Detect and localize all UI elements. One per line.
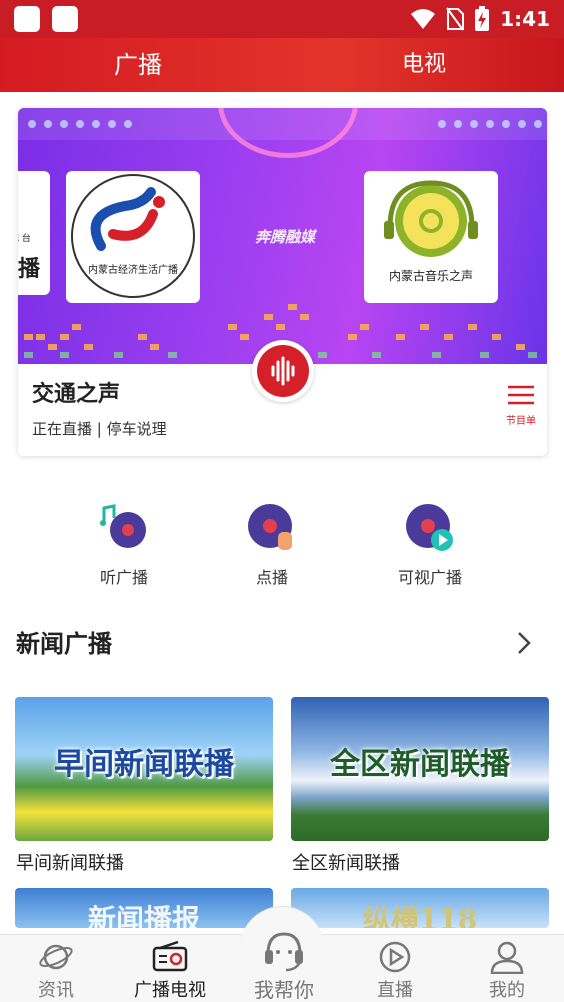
- news-thumbnail[interactable]: 全区新闻联播: [291, 697, 549, 841]
- section-more-button[interactable]: [512, 628, 536, 658]
- battery-charging-icon: [475, 6, 490, 31]
- economy-logo-icon: [71, 174, 195, 298]
- notification-icon: [52, 6, 78, 32]
- listen-radio-entry[interactable]: 听广播: [64, 502, 184, 588]
- clock: 1:41: [500, 7, 550, 31]
- play-live-button[interactable]: [252, 340, 314, 402]
- nav-item-live[interactable]: 直播: [345, 940, 445, 1002]
- news-caption[interactable]: 全区新闻联播: [292, 849, 400, 875]
- live-status-text: 正在直播 | 停车说理: [32, 420, 167, 438]
- schedule-button[interactable]: 节目单: [505, 384, 537, 427]
- music-disc-icon: [100, 504, 146, 548]
- headset-icon: [265, 932, 303, 972]
- planet-icon: [39, 944, 73, 970]
- news-thumbnail[interactable]: 新闻播报: [15, 888, 273, 928]
- current-station-name: 交通之声: [32, 382, 121, 407]
- nav-item-news[interactable]: 资讯: [6, 940, 106, 1002]
- on-demand-entry[interactable]: 点播: [212, 502, 332, 588]
- no-sim-icon: [446, 7, 465, 31]
- tab-radio[interactable]: 广播: [114, 38, 162, 92]
- news-thumbnail[interactable]: 纵横118: [291, 888, 549, 928]
- tab-tv[interactable]: 电视: [402, 38, 446, 92]
- wifi-icon: [411, 9, 436, 29]
- status-bar: 1:41: [0, 0, 564, 38]
- nav-item-mine[interactable]: 我的: [457, 940, 557, 1002]
- live-station-card[interactable]: 视 台 播 内蒙古经济生活广播 奔腾融媒 内: [18, 108, 547, 456]
- brand-logo: 奔腾融媒: [254, 228, 315, 246]
- audio-wave-icon: [271, 356, 295, 386]
- top-tab-bar: 广播 电视: [0, 38, 564, 92]
- news-thumbnail[interactable]: 早间新闻联播: [15, 697, 273, 841]
- news-caption[interactable]: 早间新闻联播: [16, 849, 124, 875]
- chevron-right-icon: [518, 632, 531, 654]
- radio-icon: [152, 940, 188, 972]
- play-circle-icon: [379, 941, 411, 973]
- station-logo-economy[interactable]: 内蒙古经济生活广播: [66, 171, 200, 303]
- station-carousel[interactable]: 视 台 播 内蒙古经济生活广播 奔腾融媒 内: [18, 108, 547, 364]
- disc-play-icon: [406, 504, 453, 551]
- station-logo-partial[interactable]: 视 台 播: [18, 171, 50, 295]
- station-logo-music[interactable]: 内蒙古音乐之声: [364, 171, 498, 303]
- user-icon: [490, 941, 524, 975]
- nav-item-help[interactable]: 我帮你: [234, 928, 334, 1002]
- section-title: 新闻广播: [16, 630, 112, 658]
- decorative-swirl: [218, 108, 358, 158]
- list-icon: [508, 385, 534, 405]
- disc-tap-icon: [248, 504, 292, 550]
- visual-radio-entry[interactable]: 可视广播: [370, 502, 490, 588]
- music-logo-icon: [384, 180, 478, 257]
- notification-icon: [14, 6, 40, 32]
- nav-item-broadcast-tv[interactable]: 广播电视: [120, 940, 220, 1002]
